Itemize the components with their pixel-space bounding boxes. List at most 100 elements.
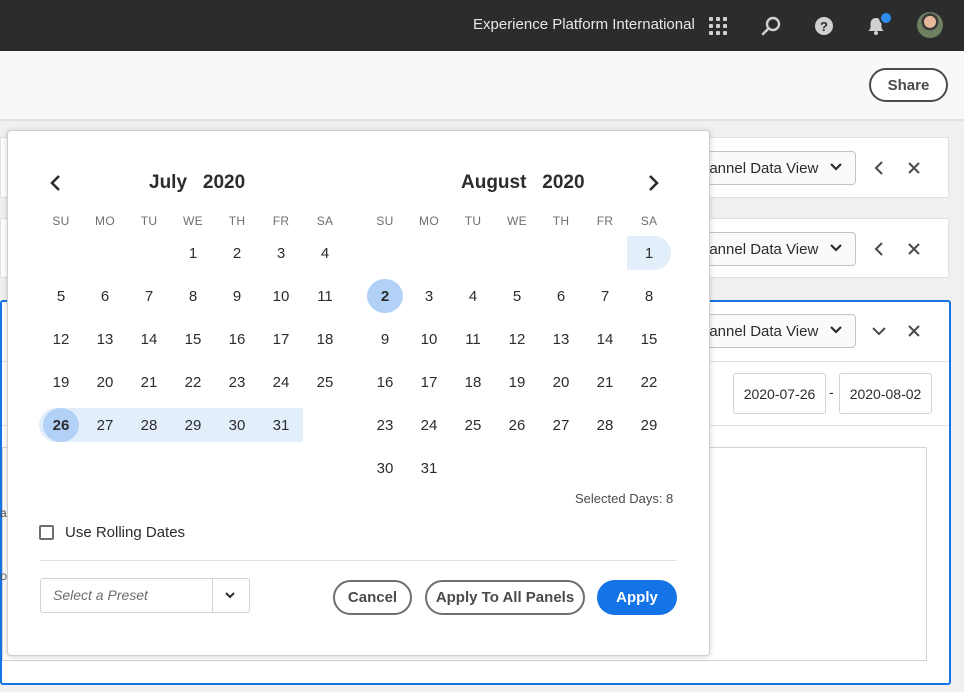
calendar-day[interactable]: 16 xyxy=(367,365,403,399)
apps-icon[interactable] xyxy=(705,13,731,39)
calendar-day[interactable]: 17 xyxy=(263,322,299,356)
chevron-left-icon[interactable] xyxy=(869,239,889,259)
calendar-day[interactable]: 10 xyxy=(411,322,447,356)
org-name[interactable]: Experience Platform International xyxy=(473,16,695,33)
calendar-day[interactable]: 11 xyxy=(455,322,491,356)
calendar-day[interactable]: 29 xyxy=(631,408,667,442)
calendar-day[interactable]: 13 xyxy=(543,322,579,356)
avatar[interactable] xyxy=(917,12,943,38)
weekday-header: FR xyxy=(272,214,290,228)
preset-placeholder: Select a Preset xyxy=(53,587,148,603)
calendar-day[interactable]: 23 xyxy=(219,365,255,399)
chevron-left-icon[interactable] xyxy=(869,158,889,178)
preset-dropdown[interactable]: Select a Preset xyxy=(40,578,250,613)
search-icon[interactable] xyxy=(758,13,784,39)
calendar-day[interactable]: 14 xyxy=(587,322,623,356)
help-icon[interactable]: ? xyxy=(811,13,837,39)
calendar-day[interactable]: 24 xyxy=(263,365,299,399)
chevron-down-icon[interactable] xyxy=(222,587,238,603)
close-icon[interactable] xyxy=(904,158,924,178)
data-view-dropdown-3[interactable]: hannel Data View xyxy=(690,314,856,348)
calendar-day[interactable]: 1 xyxy=(631,236,667,270)
calendar-day[interactable]: 25 xyxy=(307,365,343,399)
calendar-day[interactable]: 2 xyxy=(219,236,255,270)
previous-month-button[interactable] xyxy=(46,172,66,194)
apply-button[interactable]: Apply xyxy=(597,580,677,615)
calendar-day[interactable]: 27 xyxy=(87,408,123,442)
calendar-day[interactable]: 4 xyxy=(455,279,491,313)
calendar-day[interactable]: 26 xyxy=(43,408,79,442)
calendar-day[interactable]: 4 xyxy=(307,236,343,270)
weekday-header: SA xyxy=(640,214,658,228)
close-icon[interactable] xyxy=(904,321,924,341)
month-name: August xyxy=(461,172,527,193)
share-button[interactable]: Share xyxy=(869,68,948,102)
start-date-field[interactable]: 2020-07-26 xyxy=(733,373,826,414)
weekday-header: TH xyxy=(228,214,246,228)
project-header xyxy=(0,51,964,121)
calendar-day[interactable]: 21 xyxy=(131,365,167,399)
calendar-day[interactable]: 7 xyxy=(587,279,623,313)
weekday-header: TU xyxy=(140,214,158,228)
calendar-day[interactable]: 28 xyxy=(131,408,167,442)
chevron-down-icon[interactable] xyxy=(869,321,889,341)
calendar-day[interactable]: 27 xyxy=(543,408,579,442)
data-view-dropdown-1[interactable]: hannel Data View xyxy=(690,151,856,185)
data-view-dropdown-2[interactable]: hannel Data View xyxy=(690,232,856,266)
rolling-dates-label[interactable]: Use Rolling Dates xyxy=(65,524,185,541)
calendar-day[interactable]: 3 xyxy=(263,236,299,270)
calendar-day[interactable]: 12 xyxy=(499,322,535,356)
calendar-day[interactable]: 12 xyxy=(43,322,79,356)
month-name: July xyxy=(149,172,188,193)
next-month-button[interactable] xyxy=(643,172,663,194)
close-icon[interactable] xyxy=(904,239,924,259)
calendar-day[interactable]: 31 xyxy=(263,408,299,442)
calendar-day[interactable]: 20 xyxy=(87,365,123,399)
calendar-day[interactable]: 9 xyxy=(367,322,403,356)
weekday-header: TH xyxy=(552,214,570,228)
calendar-day[interactable]: 20 xyxy=(543,365,579,399)
calendar-day[interactable]: 17 xyxy=(411,365,447,399)
calendar-day[interactable]: 9 xyxy=(219,279,255,313)
calendar-day[interactable]: 25 xyxy=(455,408,491,442)
calendar-day[interactable]: 31 xyxy=(411,451,447,485)
calendar-day[interactable]: 15 xyxy=(631,322,667,356)
calendar-day[interactable]: 1 xyxy=(175,236,211,270)
calendar-day[interactable]: 22 xyxy=(631,365,667,399)
calendar-day[interactable]: 29 xyxy=(175,408,211,442)
calendar-day[interactable]: 13 xyxy=(87,322,123,356)
notification-badge xyxy=(879,11,893,25)
calendar-day[interactable]: 15 xyxy=(175,322,211,356)
calendar-day[interactable]: 3 xyxy=(411,279,447,313)
calendar-day[interactable]: 18 xyxy=(455,365,491,399)
calendar-day[interactable]: 5 xyxy=(43,279,79,313)
calendar-day[interactable]: 23 xyxy=(367,408,403,442)
calendar-day[interactable]: 24 xyxy=(411,408,447,442)
calendar-day[interactable]: 21 xyxy=(587,365,623,399)
preset-separator xyxy=(212,579,213,612)
cancel-button[interactable]: Cancel xyxy=(333,580,412,615)
calendar-day[interactable]: 8 xyxy=(175,279,211,313)
calendar-day[interactable]: 16 xyxy=(219,322,255,356)
rolling-dates-checkbox[interactable] xyxy=(39,525,54,540)
calendar-day[interactable]: 14 xyxy=(131,322,167,356)
calendar-day[interactable]: 30 xyxy=(367,451,403,485)
calendar-day[interactable]: 19 xyxy=(43,365,79,399)
calendar-day[interactable]: 18 xyxy=(307,322,343,356)
calendar-day[interactable]: 6 xyxy=(543,279,579,313)
calendar-day[interactable]: 8 xyxy=(631,279,667,313)
calendar-day[interactable]: 19 xyxy=(499,365,535,399)
calendar-day[interactable]: 30 xyxy=(219,408,255,442)
calendar-day[interactable]: 7 xyxy=(131,279,167,313)
calendar-day[interactable]: 5 xyxy=(499,279,535,313)
calendar-day[interactable]: 26 xyxy=(499,408,535,442)
end-date-field[interactable]: 2020-08-02 xyxy=(839,373,932,414)
calendar-day[interactable]: 28 xyxy=(587,408,623,442)
calendar-day[interactable]: 11 xyxy=(307,279,343,313)
calendar-day[interactable]: 10 xyxy=(263,279,299,313)
apply-to-all-panels-button[interactable]: Apply To All Panels xyxy=(425,580,585,615)
calendar-day[interactable]: 22 xyxy=(175,365,211,399)
calendar-day[interactable]: 2 xyxy=(367,279,403,313)
chevron-down-icon xyxy=(830,163,842,171)
calendar-day[interactable]: 6 xyxy=(87,279,123,313)
